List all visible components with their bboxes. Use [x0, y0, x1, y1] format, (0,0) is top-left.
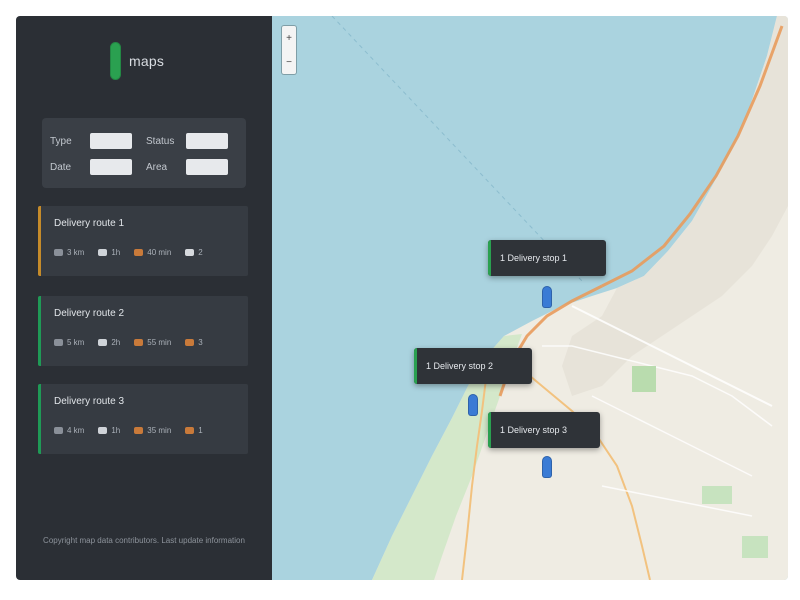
distance-icon	[54, 427, 63, 434]
stops-icon	[185, 339, 195, 346]
filter-label-status: Status	[146, 135, 175, 147]
meta-distance: 4 km	[54, 426, 84, 435]
zoom-control: + −	[282, 26, 296, 74]
app-name: maps	[129, 53, 165, 69]
meta-duration: 40 min	[134, 248, 171, 257]
app-logo[interactable]: maps	[110, 42, 164, 80]
popup-accent	[488, 240, 491, 276]
filter-label-area: Area	[146, 161, 168, 173]
map-pin-logo-icon	[110, 42, 121, 80]
filter-label-type: Type	[50, 135, 72, 147]
meta-distance: 3 km	[54, 248, 84, 257]
route-card[interactable]: Delivery route 1 3 km 1h 40 min 2	[38, 206, 248, 276]
map-tiles	[331, 16, 788, 580]
clock-icon	[98, 427, 108, 434]
map-view[interactable]: + − 1 Delivery stop 1 1 Delivery stop 2 …	[272, 16, 788, 580]
route-card[interactable]: Delivery route 2 5 km 2h 55 min 3	[38, 296, 248, 366]
zoom-out-button[interactable]: −	[286, 57, 292, 68]
timer-icon	[134, 249, 144, 256]
card-title: Delivery route 3	[54, 396, 125, 407]
park	[742, 536, 768, 558]
card-meta: 5 km 2h 55 min 3	[54, 338, 203, 347]
popup-accent	[488, 412, 491, 448]
filter-type-input[interactable]	[90, 133, 132, 149]
map-popup[interactable]: 1 Delivery stop 3	[488, 412, 600, 448]
popup-label: 1 Delivery stop 1	[500, 253, 568, 263]
card-accent-bar	[38, 384, 41, 454]
meta-duration: 55 min	[134, 338, 171, 347]
map-popup[interactable]: 1 Delivery stop 2	[414, 348, 532, 384]
timer-icon	[134, 339, 144, 346]
stops-icon	[185, 427, 195, 434]
meta-stops: 3	[185, 338, 203, 347]
card-meta: 4 km 1h 35 min 1	[54, 426, 203, 435]
filter-row: Type Status	[50, 130, 238, 152]
park	[632, 366, 656, 392]
meta-time: 1h	[98, 426, 120, 435]
map-marker-icon[interactable]	[468, 394, 478, 416]
card-title: Delivery route 2	[54, 308, 125, 319]
zoom-in-button[interactable]: +	[286, 33, 292, 44]
card-title: Delivery route 1	[54, 218, 125, 229]
map-popup[interactable]: 1 Delivery stop 1	[488, 240, 606, 276]
meta-time: 2h	[98, 338, 120, 347]
filter-status-input[interactable]	[186, 133, 228, 149]
filter-area-input[interactable]	[186, 159, 228, 175]
park	[702, 486, 732, 504]
meta-duration: 35 min	[134, 426, 171, 435]
card-accent-bar	[38, 206, 41, 276]
clock-icon	[98, 249, 108, 256]
meta-stops: 2	[185, 248, 203, 257]
app-window: maps Type Status Date Area Delivery rout…	[16, 16, 788, 580]
meta-time: 1h	[98, 248, 120, 257]
popup-label: 1 Delivery stop 3	[500, 425, 568, 435]
card-accent-bar	[38, 296, 41, 366]
sidebar: maps Type Status Date Area Delivery rout…	[16, 16, 272, 580]
stops-icon	[185, 249, 195, 256]
card-meta: 3 km 1h 40 min 2	[54, 248, 203, 257]
map-marker-icon[interactable]	[542, 286, 552, 308]
route-card[interactable]: Delivery route 3 4 km 1h 35 min 1	[38, 384, 248, 454]
filter-label-date: Date	[50, 161, 72, 173]
clock-icon	[98, 339, 108, 346]
filter-row: Date Area	[50, 156, 238, 178]
meta-distance: 5 km	[54, 338, 84, 347]
meta-stops: 1	[185, 426, 203, 435]
distance-icon	[54, 339, 63, 346]
distance-icon	[54, 249, 63, 256]
filters-panel: Type Status Date Area	[42, 118, 246, 188]
map-marker-icon[interactable]	[542, 456, 552, 478]
popup-label: 1 Delivery stop 2	[426, 361, 494, 371]
filter-date-input[interactable]	[90, 159, 132, 175]
popup-accent	[414, 348, 417, 384]
sidebar-footer: Copyright map data contributors. Last up…	[43, 536, 245, 545]
timer-icon	[134, 427, 144, 434]
